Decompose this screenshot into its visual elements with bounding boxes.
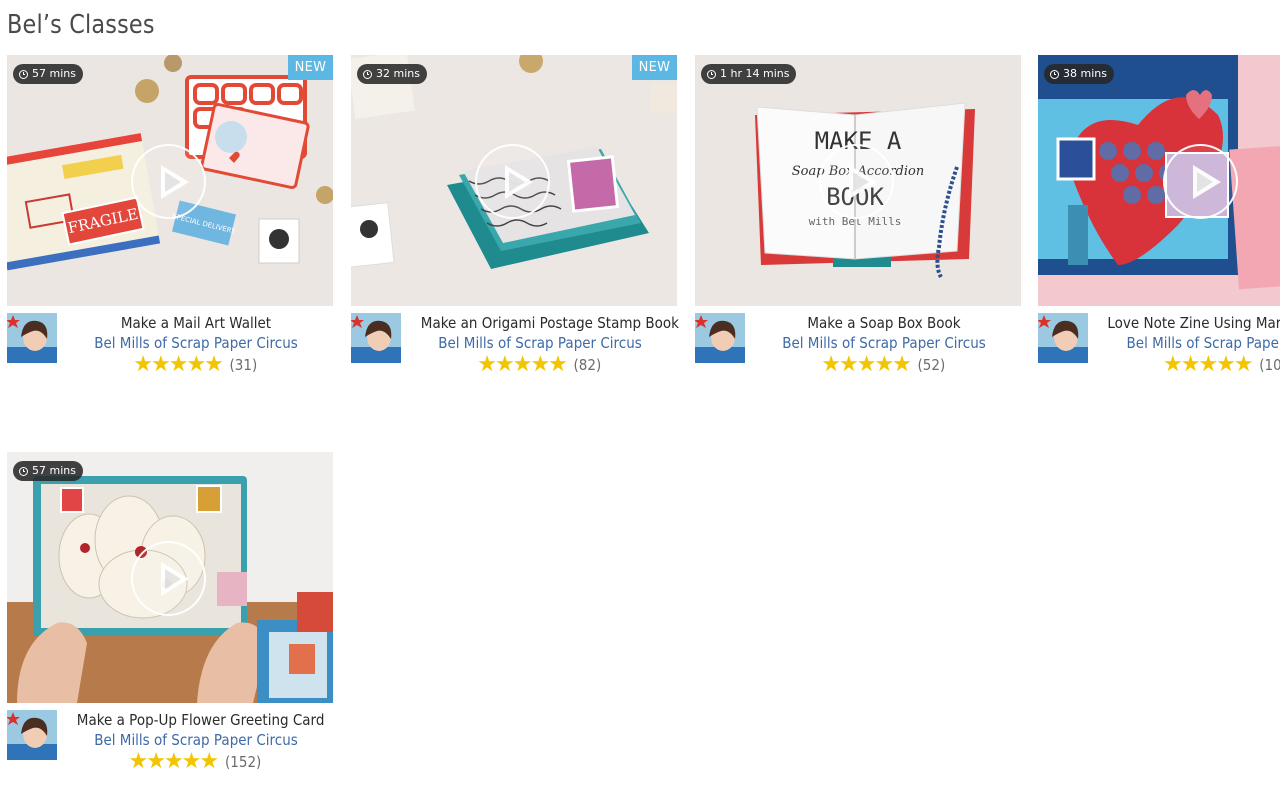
play-icon[interactable] <box>131 144 206 219</box>
clock-icon <box>1050 69 1059 79</box>
review-count: (82) <box>573 356 602 374</box>
instructor-avatar[interactable] <box>351 313 401 363</box>
instructor-avatar[interactable] <box>7 313 57 363</box>
instructor-link[interactable]: Bel Mills of Scrap Paper Circus <box>421 333 659 353</box>
class-card[interactable]: MAKE A Soap Box Accordion BOOK with Bel … <box>695 55 1021 385</box>
new-badge: NEW <box>632 55 677 80</box>
class-thumbnail[interactable]: FRAGILE SPECIAL DELIVERY 57 mins NEW <box>7 55 333 306</box>
rating: ★★★★★ (152) <box>59 751 333 773</box>
class-card[interactable]: 32 mins NEW Make an Origami Postage Stam… <box>351 55 679 385</box>
class-thumbnail[interactable]: 38 mins <box>1038 55 1280 306</box>
class-title[interactable]: Make a Pop-Up Flower Greeting Card <box>77 710 325 730</box>
instructor-link[interactable]: Bel Mills of Scrap Paper Circus <box>765 333 1003 353</box>
class-thumbnail[interactable]: 32 mins NEW <box>351 55 677 306</box>
class-info: Make a Soap Box Book Bel Mills of Scrap … <box>747 313 1021 376</box>
new-badge: NEW <box>288 55 333 80</box>
review-count: (52) <box>917 356 946 374</box>
clock-icon <box>707 69 716 79</box>
instructor-avatar[interactable] <box>7 710 57 760</box>
class-title[interactable]: Make an Origami Postage Stamp Book <box>421 313 679 333</box>
class-info: Make a Pop-Up Flower Greeting Card Bel M… <box>59 710 333 773</box>
play-icon[interactable] <box>475 144 550 219</box>
class-title[interactable]: Make a Soap Box Book <box>765 313 1003 333</box>
clock-icon <box>19 466 28 476</box>
class-title[interactable]: Make a Mail Art Wallet <box>77 313 315 333</box>
duration-badge: 1 hr 14 mins <box>701 64 797 84</box>
duration-badge: 57 mins <box>13 461 83 481</box>
class-info: Make an Origami Postage Stamp Book Bel M… <box>403 313 679 376</box>
star-icon: ★★★★★ <box>821 352 912 377</box>
star-icon: ★★★★★ <box>477 352 568 377</box>
instructor-avatar[interactable] <box>695 313 745 363</box>
class-card[interactable]: FRAGILE SPECIAL DELIVERY 57 mins NEW Mak… <box>7 55 333 385</box>
rating: ★★★★★ (52) <box>747 354 1021 376</box>
instructor-link[interactable]: Bel Mills of Scrap Paper Circus <box>77 730 315 750</box>
review-count: (152) <box>225 753 262 771</box>
clock-icon <box>363 69 372 79</box>
star-icon: ★★★★★ <box>1163 352 1254 377</box>
rating: ★★★★★ (31) <box>59 354 333 376</box>
instructor-avatar[interactable] <box>1038 313 1088 363</box>
duration-badge: 32 mins <box>357 64 427 84</box>
clock-icon <box>19 69 28 79</box>
class-title[interactable]: Love Note Zine Using Marb <box>1090 313 1280 333</box>
rating: ★★★★★ (10 <box>1090 354 1280 376</box>
instructor-link[interactable]: Bel Mills of Scrap Pape <box>1090 333 1280 353</box>
class-card[interactable]: 38 mins Love Note Zine Using Marb Bel Mi… <box>1038 55 1280 385</box>
class-thumbnail[interactable]: MAKE A Soap Box Accordion BOOK with Bel … <box>695 55 1021 306</box>
star-icon: ★★★★★ <box>128 749 220 774</box>
class-card[interactable]: 57 mins Make a Pop-Up Flower Greeting Ca… <box>7 452 333 782</box>
class-info: Make a Mail Art Wallet Bel Mills of Scra… <box>59 313 333 376</box>
duration-badge: 57 mins <box>13 64 83 84</box>
instructor-link[interactable]: Bel Mills of Scrap Paper Circus <box>77 333 315 353</box>
review-count: (31) <box>229 356 258 374</box>
class-thumbnail[interactable]: 57 mins <box>7 452 333 703</box>
class-info: Love Note Zine Using Marb Bel Mills of S… <box>1090 313 1280 376</box>
play-icon[interactable] <box>819 144 894 219</box>
page-title: Bel’s Classes <box>7 10 155 40</box>
play-icon[interactable] <box>1163 144 1238 219</box>
play-icon[interactable] <box>131 541 206 616</box>
duration-badge: 38 mins <box>1044 64 1114 84</box>
star-icon: ★★★★★ <box>133 352 224 377</box>
review-count: (10 <box>1258 356 1280 374</box>
rating: ★★★★★ (82) <box>403 354 677 376</box>
